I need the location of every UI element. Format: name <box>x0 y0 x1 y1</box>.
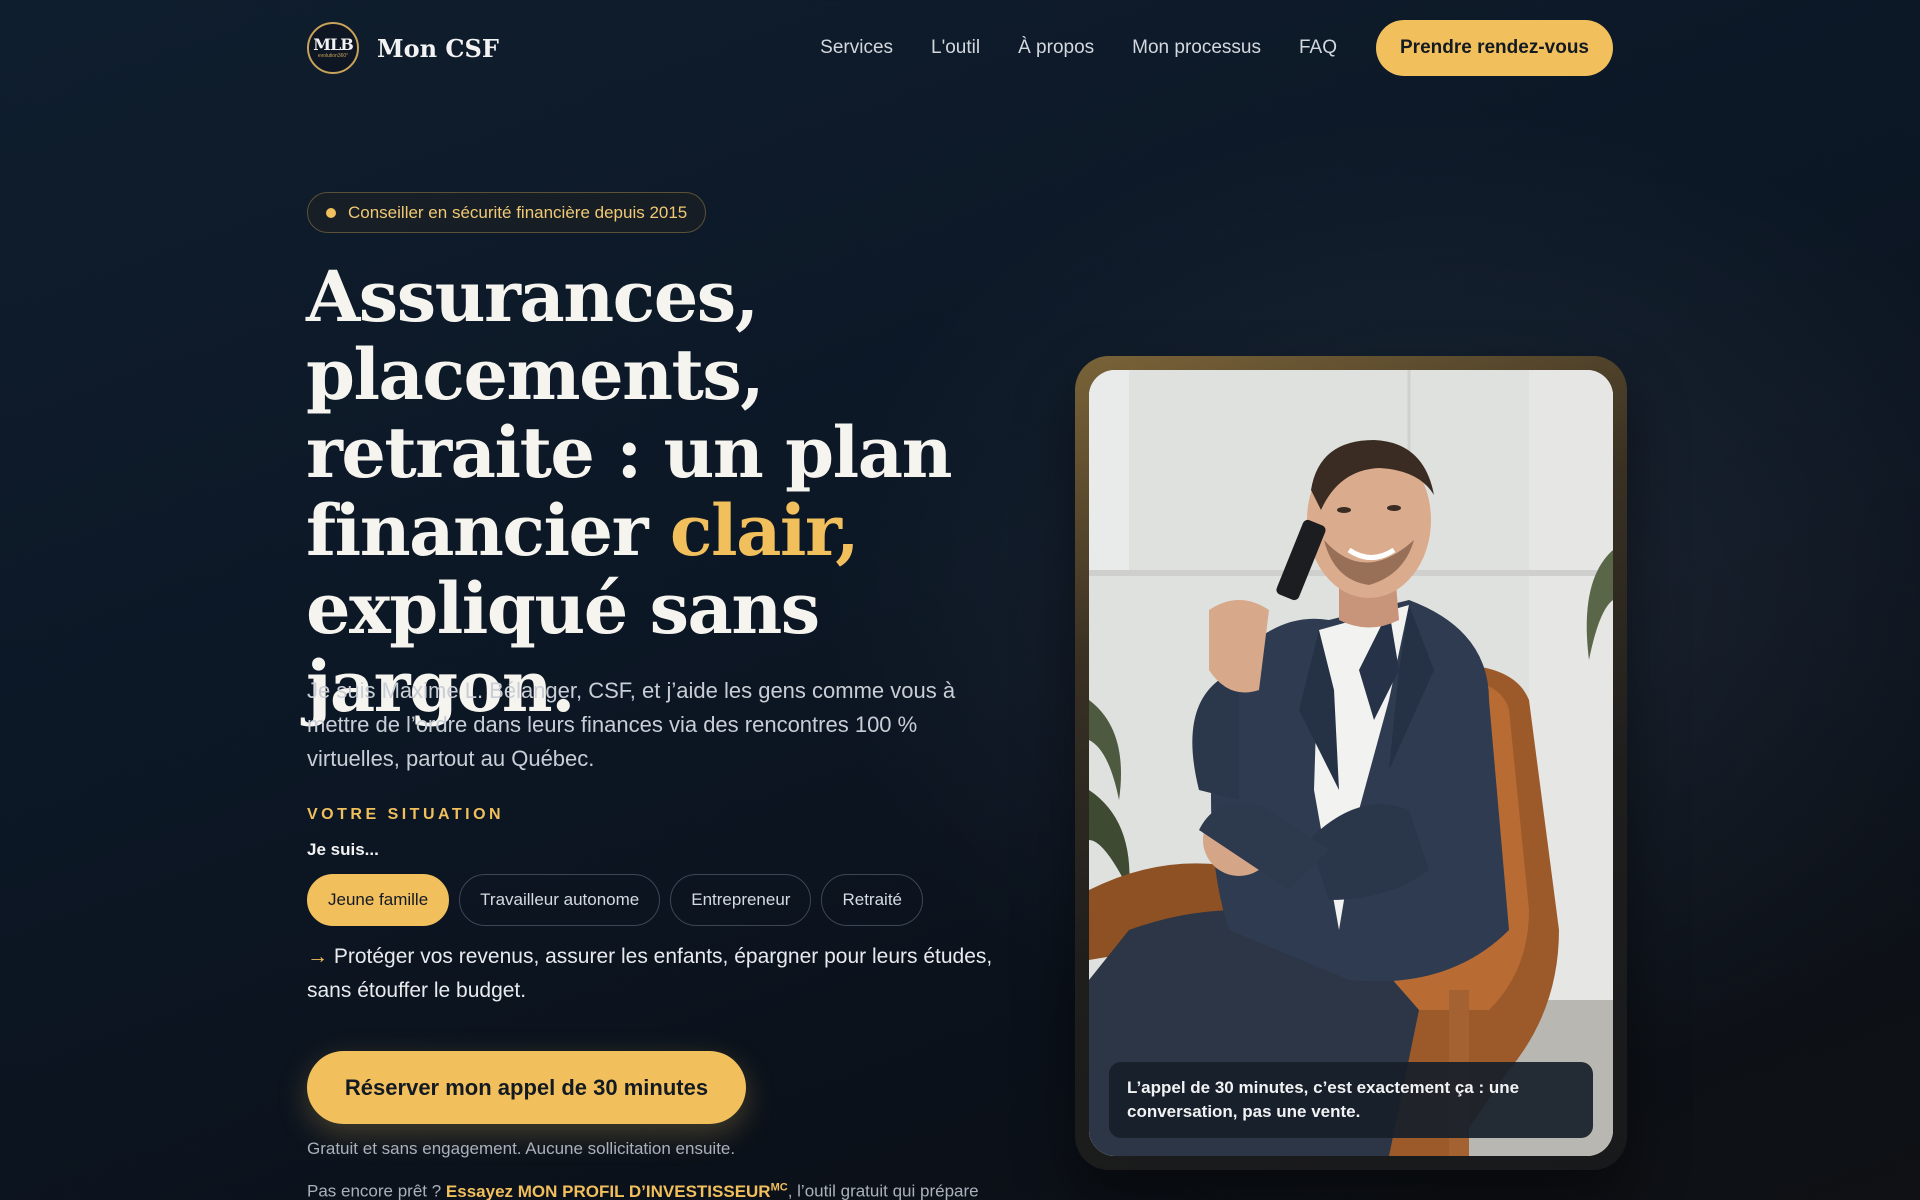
badge-dot-icon <box>326 207 336 218</box>
situation-chip-retired[interactable]: Retraité <box>821 874 923 926</box>
situation-label: VOTRE SITUATION <box>307 806 505 823</box>
nav-link-services[interactable]: Services <box>820 37 893 59</box>
nav-link-tool[interactable]: L'outil <box>931 37 980 59</box>
hero-headline: Assurances, placements, retraite : un pl… <box>306 258 1026 726</box>
brand-name[interactable]: Mon CSF <box>377 34 499 63</box>
arrow-right-icon: → <box>307 945 328 968</box>
hero-intro: Je suis Maxime L. Bélanger, CSF, et j’ai… <box>307 678 956 771</box>
badge-text: Conseiller en sécurité financière depuis… <box>348 202 688 222</box>
advisor-photo: L’appel de 30 minutes, c’est exactement … <box>1089 370 1613 1156</box>
trademark-sup: MC <box>770 1181 788 1193</box>
situation-prompt: Je suis... <box>307 840 379 859</box>
nav-link-about[interactable]: À propos <box>1018 37 1094 59</box>
experience-badge: Conseiller en sécurité financière depuis… <box>307 192 707 233</box>
investor-profile-link-text: Essayez MON PROFIL D’INVESTISSEUR <box>445 1181 771 1200</box>
situation-chip-young-family[interactable]: Jeune famille <box>307 874 450 926</box>
investor-profile-link[interactable]: Essayez MON PROFIL D’INVESTISSEURMC <box>445 1181 788 1200</box>
logo-mark: MLB <box>313 35 353 54</box>
teaser-suffix: , l’outil gratuit qui prépare <box>787 1181 979 1200</box>
investor-profile-teaser: Pas encore prêt ? Essayez MON PROFIL D’I… <box>307 1181 979 1200</box>
teaser-prefix: Pas encore prêt ? <box>307 1181 446 1200</box>
situation-description-text: Protéger vos revenus, assurer les enfant… <box>307 945 993 1002</box>
logo-subtitle: evolution360° <box>317 53 349 59</box>
nav-links: Services L'outil À propos Mon processus … <box>820 20 1613 76</box>
top-navigation: MLB evolution360° Mon CSF Services L'out… <box>307 20 1613 76</box>
situation-chip-self-employed[interactable]: Travailleur autonome <box>459 874 661 926</box>
situation-chip-entrepreneur[interactable]: Entrepreneur <box>670 874 812 926</box>
book-appointment-button[interactable]: Prendre rendez-vous <box>1376 20 1613 76</box>
headline-accent: clair, <box>669 489 860 572</box>
nav-link-faq[interactable]: FAQ <box>1299 37 1337 59</box>
book-call-button[interactable]: Réserver mon appel de 30 minutes <box>307 1051 746 1124</box>
photo-caption: L’appel de 30 minutes, c’est exactement … <box>1109 1062 1593 1138</box>
situation-description: → Protéger vos revenus, assurer les enfa… <box>307 940 997 1008</box>
advisor-photo-frame: L’appel de 30 minutes, c’est exactement … <box>1075 356 1627 1170</box>
situation-selector: Jeune famille Travailleur autonome Entre… <box>307 874 923 926</box>
advisor-photo-illustration <box>1089 370 1613 1156</box>
nav-link-process[interactable]: Mon processus <box>1132 37 1261 59</box>
cta-fine-print: Gratuit et sans engagement. Aucune solli… <box>307 1139 736 1158</box>
logo[interactable]: MLB evolution360° <box>307 22 359 74</box>
